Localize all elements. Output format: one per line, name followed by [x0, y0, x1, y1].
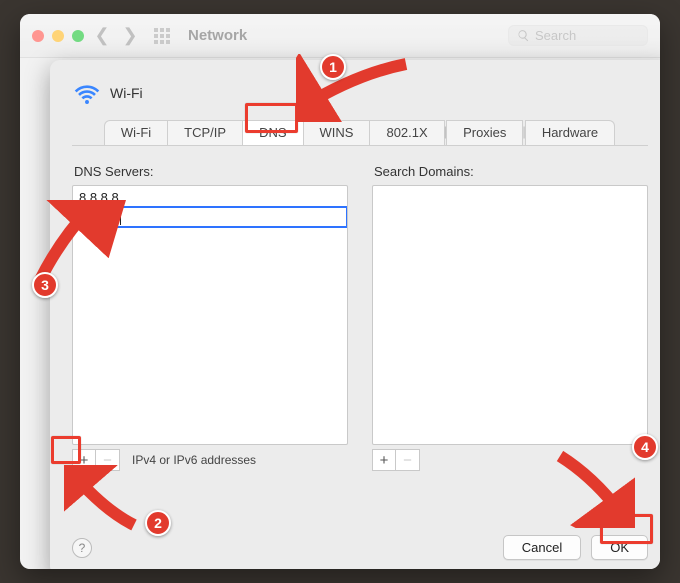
- tab-bar: Wi-Fi TCP/IP DNS WINS 802.1X | Proxies |…: [72, 120, 648, 146]
- dns-entry[interactable]: 8.8.8.8: [73, 188, 347, 207]
- tab-dns[interactable]: DNS: [242, 120, 303, 145]
- tab-hardware[interactable]: Hardware: [525, 120, 615, 145]
- tab-tcpip[interactable]: TCP/IP: [167, 120, 243, 145]
- cancel-button[interactable]: Cancel: [503, 535, 581, 560]
- help-button[interactable]: ?: [72, 538, 92, 558]
- dns-servers-label: DNS Servers:: [74, 164, 348, 179]
- add-dns-button[interactable]: +: [72, 449, 96, 471]
- text-caret-icon: [120, 211, 121, 225]
- dns-servers-column: DNS Servers: 8.8.8.8 8.8.4.4 + − IPv4 or…: [72, 160, 348, 471]
- search-domains-list[interactable]: [372, 185, 648, 445]
- remove-dns-button[interactable]: −: [96, 449, 120, 471]
- dns-list-footer: + − IPv4 or IPv6 addresses: [72, 449, 348, 471]
- tab-wifi[interactable]: Wi-Fi: [104, 120, 168, 145]
- tab-8021x[interactable]: 802.1X: [369, 120, 444, 145]
- network-advanced-sheet: Wi-Fi Wi-Fi TCP/IP DNS WINS 802.1X | Pro…: [50, 60, 660, 569]
- dns-entry-text: 8.8.4.4: [79, 209, 119, 224]
- wifi-icon: [74, 80, 100, 106]
- tab-wins[interactable]: WINS: [303, 120, 371, 145]
- ok-button[interactable]: OK: [591, 535, 648, 560]
- sheet-header: Wi-Fi: [72, 76, 648, 120]
- search-domains-column: Search Domains: + −: [372, 160, 648, 471]
- tab-proxies[interactable]: Proxies: [446, 120, 523, 145]
- dns-columns: DNS Servers: 8.8.8.8 8.8.4.4 + − IPv4 or…: [72, 160, 648, 471]
- remove-domain-button[interactable]: −: [396, 449, 420, 471]
- add-domain-button[interactable]: +: [372, 449, 396, 471]
- dns-servers-list[interactable]: 8.8.8.8 8.8.4.4: [72, 185, 348, 445]
- search-domains-footer: + −: [372, 449, 648, 471]
- dns-entry-editing[interactable]: 8.8.4.4: [73, 207, 347, 227]
- sheet-footer: ? Cancel OK: [50, 523, 660, 569]
- dns-hint: IPv4 or IPv6 addresses: [132, 453, 256, 467]
- search-domains-label: Search Domains:: [374, 164, 648, 179]
- sysprefs-window: ❮ ❯ Network Search Wi-Fi Wi-Fi TCP/IP DN…: [20, 14, 660, 569]
- connection-name: Wi-Fi: [110, 85, 143, 101]
